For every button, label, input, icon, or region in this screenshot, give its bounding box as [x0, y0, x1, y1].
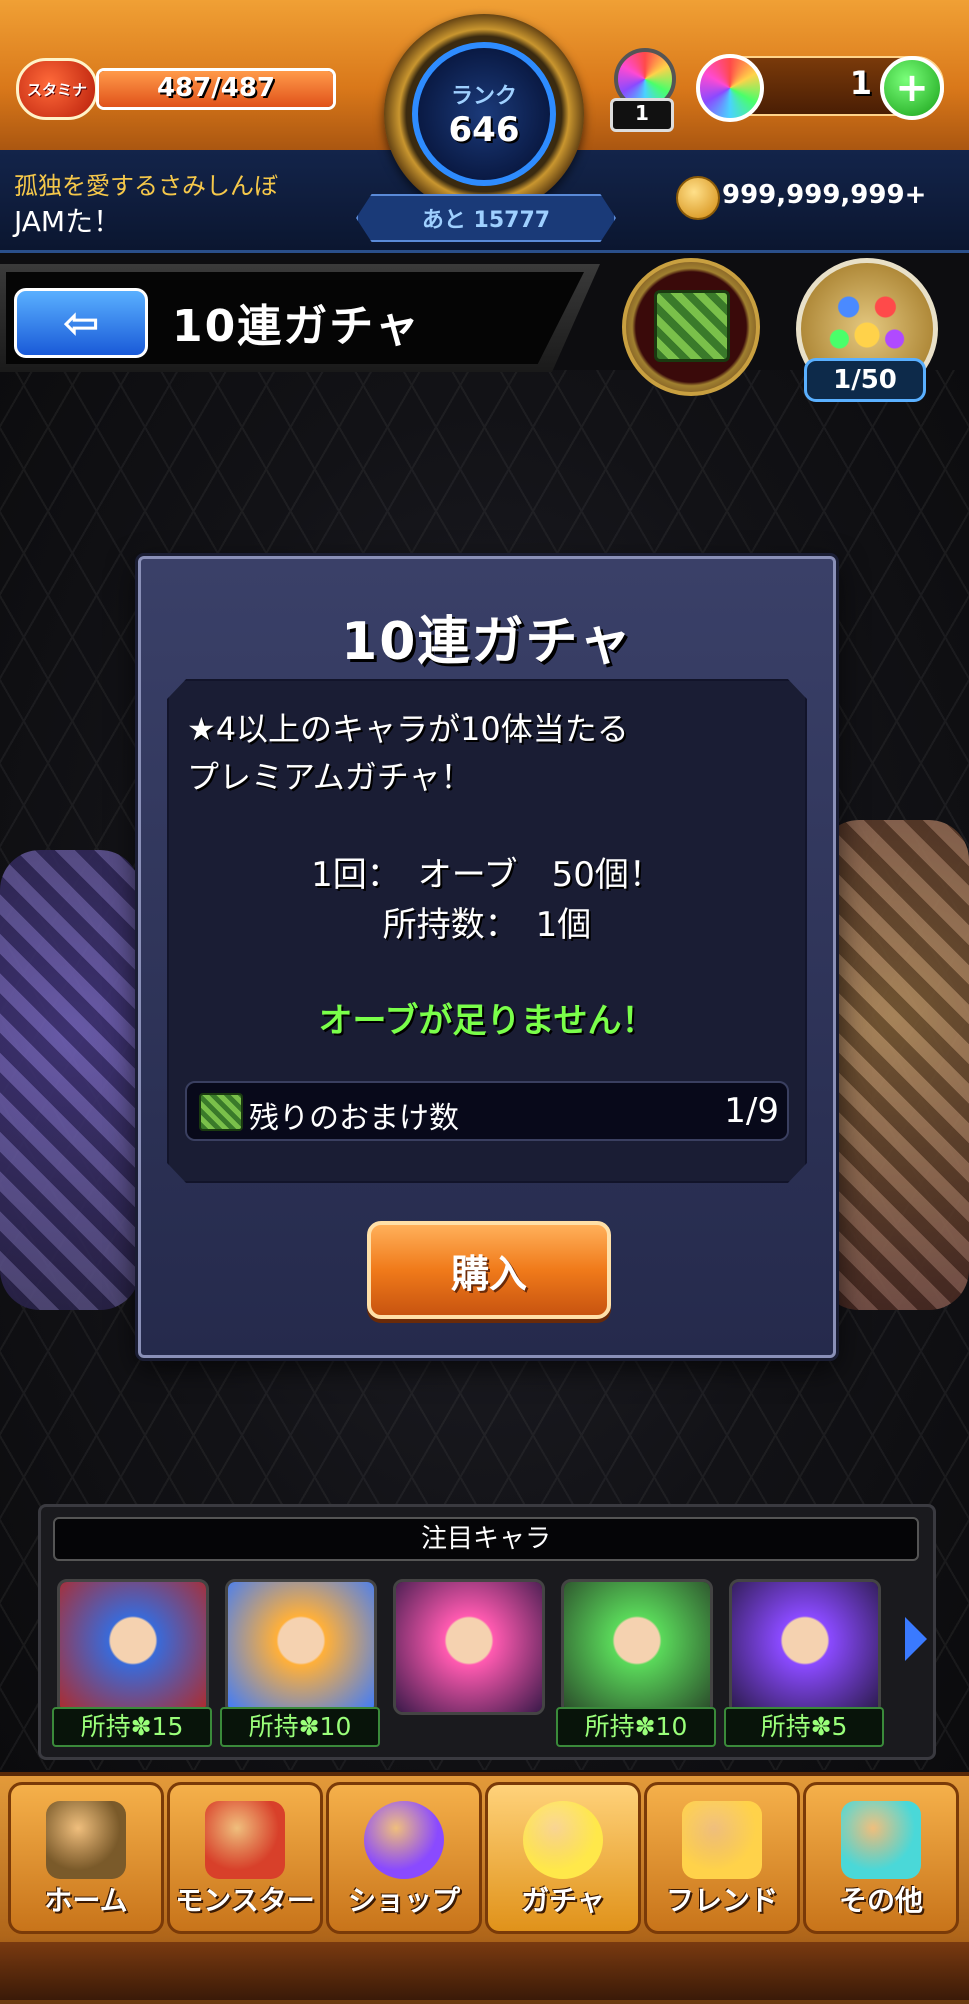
- character-held-count: 所持✽10: [556, 1707, 716, 1747]
- gacha-description: ★4以上のキャラが10体当たる プレミアムガチャ！: [187, 705, 787, 801]
- gacha-dialog: 10連ガチャ ★4以上のキャラが10体当たる プレミアムガチャ！ 1回： オーブ…: [138, 556, 836, 1358]
- character-held-count: 所持✽10: [220, 1707, 380, 1747]
- dialog-body: ★4以上のキャラが10体当たる プレミアムガチャ！ 1回： オーブ 50個！ 所…: [167, 679, 807, 1183]
- nav-item[interactable]: その他: [803, 1782, 959, 1934]
- orb-icon: [696, 54, 764, 122]
- user-name: JAMた！: [14, 205, 122, 238]
- orb-balance: 1 +: [696, 54, 944, 122]
- coin-count: 999,999,999+: [722, 180, 927, 210]
- stamina-bar: 487/487: [96, 68, 336, 110]
- character-art-left: [0, 850, 140, 1310]
- featured-character[interactable]: [561, 1579, 713, 1715]
- character-portrait-icon: [564, 1582, 710, 1712]
- featured-character[interactable]: [57, 1579, 209, 1715]
- rank-medallion[interactable]: ランク 646: [384, 14, 584, 214]
- page-title: 10連ガチャ: [172, 301, 421, 352]
- coin-icon: [676, 176, 720, 220]
- character-portrait-icon: [396, 1582, 542, 1712]
- bonus-label: 残りのおまけ数: [249, 1101, 459, 1136]
- bonus-value: 1/9: [724, 1091, 779, 1131]
- nav-footer: [0, 1942, 969, 2000]
- featured-character[interactable]: [225, 1579, 377, 1715]
- nav-item[interactable]: ショップ: [326, 1782, 482, 1934]
- featured-title: 注目キャラ: [53, 1517, 919, 1561]
- bonus-remaining-row: 残りのおまけ数 1/9: [185, 1081, 789, 1141]
- featured-characters: 注目キャラ 所持✽15 所持✽10 所持✽10 所持✽5: [38, 1504, 936, 1760]
- checkered-box-icon: [654, 290, 730, 362]
- character-held-count: 所持✽5: [724, 1707, 884, 1747]
- bonus-box-icon[interactable]: [622, 258, 760, 396]
- character-held-count: 所持✽15: [52, 1707, 212, 1747]
- rainbow-orb-icon: [364, 1801, 444, 1879]
- dragon-icon: [205, 1801, 285, 1879]
- orb-badge[interactable]: 1: [604, 48, 678, 132]
- rank-label: ランク: [450, 84, 517, 109]
- stamina-icon: スタミナ: [16, 58, 98, 120]
- character-art-right: [819, 820, 969, 1310]
- nav-item[interactable]: モンスター: [167, 1782, 323, 1934]
- nav-item[interactable]: フレンド: [644, 1782, 800, 1934]
- medal-count: 1/50: [804, 358, 926, 402]
- rank-value: 646: [448, 110, 520, 150]
- nav-label: ショップ: [347, 1884, 460, 1917]
- nav-label: フレンド: [665, 1884, 778, 1917]
- description-line-2: プレミアムガチャ！: [187, 758, 473, 796]
- featured-character[interactable]: [729, 1579, 881, 1715]
- user-title: 孤独を愛するさみしんぼ: [14, 172, 278, 200]
- stars-icon: [821, 283, 913, 363]
- question-icon: [841, 1801, 921, 1879]
- character-portrait-icon: [732, 1582, 878, 1712]
- gacha-cost: 1回： オーブ 50個！: [311, 855, 663, 895]
- nav-label: ホーム: [44, 1884, 128, 1917]
- stamina-value: 487/487: [156, 73, 276, 103]
- rank-inner: ランク 646: [412, 42, 556, 186]
- nav-label: ガチャ: [521, 1884, 605, 1917]
- orb-count: 1: [849, 64, 872, 102]
- character-portrait-icon: [60, 1582, 206, 1712]
- character-portrait-icon: [228, 1582, 374, 1712]
- scroll-right-arrow-icon[interactable]: [905, 1617, 927, 1661]
- nav-item[interactable]: ガチャ: [485, 1782, 641, 1934]
- rank-next-exp: あと 15777: [356, 194, 616, 242]
- orbs-held: 所持数： 1個: [382, 905, 592, 945]
- home-gate-icon: [46, 1801, 126, 1879]
- buy-orb-button[interactable]: +: [880, 56, 944, 120]
- nav-item[interactable]: ホーム: [8, 1782, 164, 1934]
- gacha-bird-icon: [523, 1801, 603, 1879]
- nav-label: その他: [838, 1884, 923, 1917]
- nav-label: モンスター: [175, 1884, 315, 1917]
- description-line-1: ★4以上のキャラが10体当たる: [187, 710, 629, 748]
- orb-badge-count: 1: [610, 98, 674, 132]
- featured-character[interactable]: [393, 1579, 545, 1715]
- buy-button[interactable]: 購入: [367, 1221, 611, 1319]
- dialog-title: 10連ガチャ: [341, 612, 633, 672]
- bonus-box-small-icon: [199, 1093, 243, 1131]
- back-button[interactable]: ⇦: [14, 288, 148, 358]
- balloons-icon: [682, 1801, 762, 1879]
- insufficient-orbs-warning: オーブが足りません！: [318, 1001, 656, 1041]
